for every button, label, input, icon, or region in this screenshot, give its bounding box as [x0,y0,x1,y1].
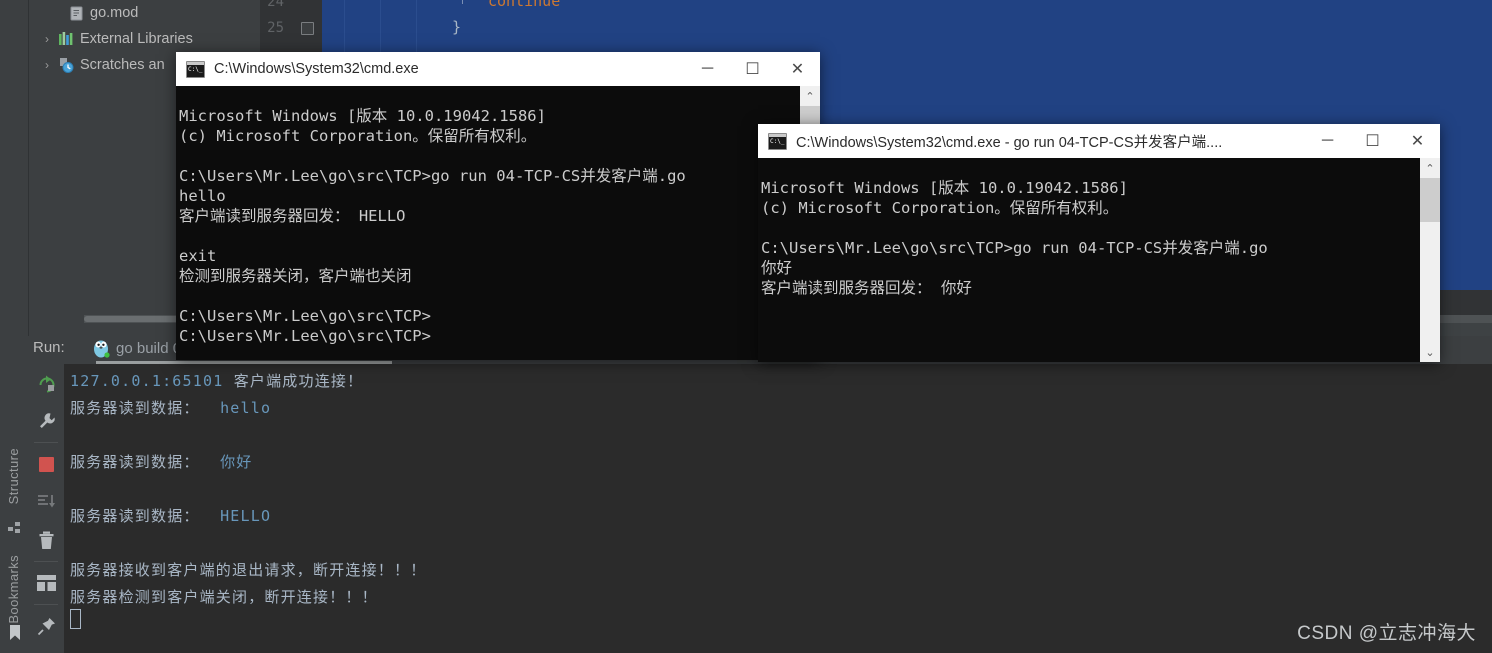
cmd-title-text: C:\Windows\System32\cmd.exe [214,61,419,77]
toolbar-divider [34,604,58,605]
code-token-continue: continue [488,0,561,10]
scrollbar-thumb[interactable] [1420,178,1440,222]
run-console-output[interactable]: 127.0.0.1:65101 客户端成功连接！ 服务器读到数据： hello 服务… [64,364,1492,653]
rerun-icon[interactable] [28,364,64,402]
close-button[interactable]: ✕ [1395,124,1440,158]
cmd-title-text: C:\Windows\System32\cmd.exe - go run 04-… [796,134,1223,151]
console-line: 127.0.0.1:65101 客户端成功连接！ [70,370,1492,397]
cmd-console-body[interactable]: Microsoft Windows [版本 10.0.19042.1586] (… [176,86,820,360]
maximize-button[interactable]: ☐ [730,52,775,86]
tree-item-external-libraries[interactable]: › External Libraries [28,26,260,52]
scroll-to-end-icon[interactable] [28,483,64,521]
scratches-icon [56,57,76,73]
window-controls[interactable]: ─ ☐ ✕ [685,52,820,86]
console-text-segment: 127.0.0.1:65101 [70,372,224,390]
console-text-segment: 你好 [209,453,253,471]
console-line: 服务器接收到客户端的退出请求，断开连接！！！ [70,559,1492,586]
window-controls[interactable]: ─ ☐ ✕ [1305,124,1440,158]
settings-wrench-icon[interactable] [28,402,64,440]
tree-item-label: go.mod [90,5,139,21]
run-window-label: Run: [33,339,65,356]
cmd-icon [768,132,787,150]
line-number: 24 [267,0,284,10]
console-text-segment: 服务器读到数据： [70,453,210,471]
library-icon [56,31,76,47]
tree-item-label: External Libraries [80,31,193,47]
line-number: 25 [267,20,284,36]
code-token-brace: } [452,18,462,36]
cmd-window-server-client-1[interactable]: C:\Windows\System32\cmd.exe ─ ☐ ✕ Micros… [176,52,820,360]
file-icon [66,5,86,21]
run-toolbar[interactable] [28,364,65,653]
cmd-console-text: Microsoft Windows [版本 10.0.19042.1586] (… [761,178,1268,297]
cmd-window-client-2[interactable]: C:\Windows\System32\cmd.exe - go run 04-… [758,124,1440,362]
console-text-segment: 服务器读到数据： [70,399,210,417]
cmd-titlebar[interactable]: C:\Windows\System32\cmd.exe ─ ☐ ✕ [176,52,820,86]
scroll-up-icon[interactable]: ⌃ [1420,158,1440,178]
scroll-down-icon[interactable]: ⌄ [1420,342,1440,362]
console-text-segment: 服务器读到数据： [70,507,210,525]
minimize-button[interactable]: ─ [1305,124,1350,158]
minimize-button[interactable]: ─ [685,52,730,86]
cmd-icon [186,60,205,78]
cmd-console-text: Microsoft Windows [版本 10.0.19042.1586] (… [179,106,686,345]
pin-icon[interactable] [28,607,64,645]
cmd-console-body[interactable]: Microsoft Windows [版本 10.0.19042.1586] (… [758,158,1440,362]
console-text-segment: hello [209,399,272,417]
caret-guide [462,0,463,4]
close-button[interactable]: ✕ [775,52,820,86]
scroll-up-icon[interactable]: ⌃ [800,86,820,106]
toolbar-divider [34,561,58,562]
toolbar-divider [34,442,58,443]
cmd-titlebar[interactable]: C:\Windows\System32\cmd.exe - go run 04-… [758,124,1440,158]
stop-icon[interactable] [28,445,64,483]
sidebar-item-structure[interactable]: Structure [6,448,21,504]
trash-icon[interactable] [28,521,64,559]
maximize-button[interactable]: ☐ [1350,124,1395,158]
console-text-segment: 服务器检测到客户端关闭，断开连接！！！ [70,588,378,606]
console-line: 服务器读到数据： 你好 [70,451,1492,478]
console-text-segment: HELLO [209,507,272,525]
console-text-segment: 服务器接收到客户端的退出请求，断开连接！！！ [70,561,427,579]
structure-icon [8,522,21,540]
ide-left-toolbar-strip: Structure Bookmarks [0,0,29,653]
go-gopher-icon [92,338,110,358]
console-line: 服务器读到数据： HELLO [70,505,1492,532]
chevron-right-icon[interactable]: › [38,58,56,72]
watermark: CSDN @立志冲海大 [1297,623,1476,644]
chevron-right-icon[interactable]: › [38,32,56,46]
bookmark-icon [9,625,21,646]
layout-icon[interactable] [28,564,64,602]
console-text-segment: 客户端成功连接！ [223,372,364,390]
cmd-scrollbar[interactable]: ⌃ ⌄ [1420,158,1440,362]
tree-item-go-mod[interactable]: go.mod [28,0,260,26]
fold-marker-icon[interactable] [301,22,314,35]
sidebar-item-bookmarks[interactable]: Bookmarks [6,555,21,624]
console-line: 服务器读到数据： hello [70,397,1492,424]
console-cursor [70,609,81,629]
tree-item-label: Scratches an [80,57,165,73]
